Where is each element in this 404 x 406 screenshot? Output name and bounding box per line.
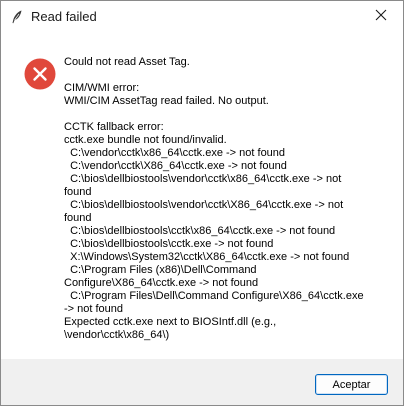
- message-line: C:\bios\dellbiostools\cctk\x86_64\cctk.e…: [64, 225, 336, 237]
- message-line: C:\vendor\cctk\X86_64\cctk.exe -> not fo…: [64, 160, 287, 172]
- message-line: found: [64, 186, 92, 198]
- error-icon: [24, 58, 56, 90]
- error-message: Could not read Asset Tag. CIM/WMI error: W…: [64, 56, 384, 342]
- close-button[interactable]: [359, 1, 403, 33]
- message-line: C:\bios\dellbiostools\vendor\cctk\X86_64…: [64, 199, 344, 211]
- message-line: [64, 69, 384, 82]
- message-line: WMI/CIM AssetTag read failed. No output.: [64, 95, 269, 107]
- message-line: found: [64, 212, 92, 224]
- message-line: Configure\X86_64\cctk.exe -> not found: [64, 277, 259, 289]
- dialog-window: Read failed Could not read Asset Tag. CIM…: [0, 0, 404, 406]
- message-line: C:\Program Files\Dell\Command Configure\…: [64, 290, 364, 302]
- message-line: [64, 108, 384, 121]
- dialog-footer: Aceptar: [1, 359, 403, 405]
- message-line: C:\bios\dellbiostools\vendor\cctk\x86_64…: [64, 173, 342, 185]
- message-line: -> not found: [64, 303, 124, 315]
- window-title: Read failed: [31, 9, 97, 24]
- feather-icon: [9, 9, 25, 25]
- message-line: \vendor\cctk\x86_64\): [64, 329, 170, 341]
- dialog-content: Could not read Asset Tag. CIM/WMI error: W…: [1, 33, 403, 359]
- message-line: CCTK fallback error:: [64, 121, 164, 133]
- message-line: Could not read Asset Tag.: [64, 56, 190, 68]
- message-line: C:\Program Files (x86)\Dell\Command: [64, 264, 257, 276]
- message-line: C:\vendor\cctk\x86_64\cctk.exe -> not fo…: [64, 147, 286, 159]
- message-line: cctk.exe bundle not found/invalid.: [64, 134, 227, 146]
- message-line: X:\Windows\System32\cctk\X86_64\cctk.exe…: [64, 251, 350, 263]
- message-line: CIM/WMI error:: [64, 82, 140, 94]
- message-line: Expected cctk.exe next to BIOSIntf.dll (…: [64, 316, 277, 328]
- accept-button[interactable]: Aceptar: [315, 374, 388, 395]
- message-line: C:\bios\dellbiostools\cctk.exe -> not fo…: [64, 238, 274, 250]
- close-icon: [375, 8, 387, 26]
- title-bar[interactable]: Read failed: [1, 1, 403, 33]
